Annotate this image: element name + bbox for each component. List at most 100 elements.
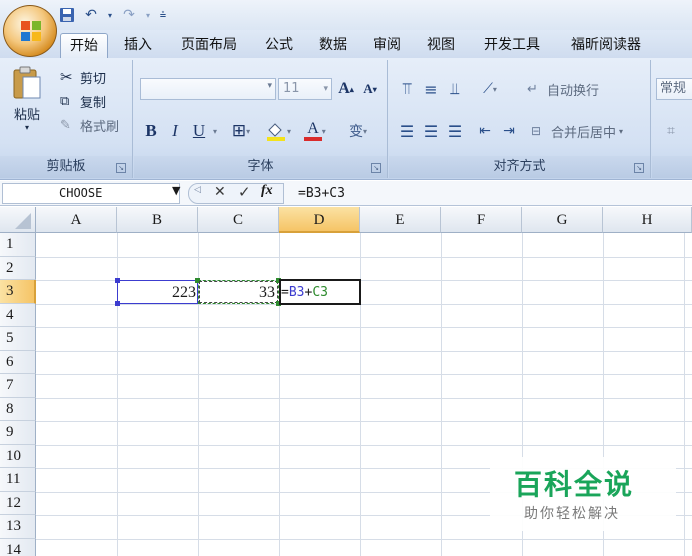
- cell-b3[interactable]: 223: [117, 281, 196, 304]
- wrap-text-button[interactable]: ↵ 自动换行: [527, 78, 599, 100]
- align-left-icon[interactable]: ☰: [395, 120, 419, 142]
- row-header-7[interactable]: 7: [0, 374, 36, 398]
- chevron-down-icon[interactable]: ▾: [210, 120, 220, 142]
- chevron-down-icon[interactable]: ▾: [267, 81, 272, 91]
- column-header-b[interactable]: B: [117, 207, 198, 233]
- formula-input[interactable]: =B3+C3: [298, 184, 345, 204]
- redo-icon[interactable]: ↷: [120, 6, 138, 24]
- merge-center-button[interactable]: ⊟ 合并后居中 ▾: [531, 120, 623, 142]
- merge-icon: ⊟: [531, 124, 542, 138]
- expand-icon[interactable]: ◁: [194, 185, 201, 195]
- font-size-value: 11: [283, 81, 300, 96]
- row-header-12[interactable]: 12: [0, 491, 36, 515]
- fill-color-button[interactable]: ▾: [260, 120, 296, 142]
- cut-button[interactable]: ✂ 剪切: [60, 66, 106, 88]
- tab-insert[interactable]: 插入: [116, 33, 160, 58]
- align-right-icon[interactable]: ☰: [443, 120, 467, 142]
- tab-view[interactable]: 视图: [418, 33, 464, 58]
- quick-access-toolbar: ↶ ▾ ↷ ▾ ⩮: [58, 4, 168, 26]
- paste-button[interactable]: 粘贴 ▾: [8, 66, 46, 148]
- align-center-icon[interactable]: ☰: [419, 120, 443, 142]
- row-header-9[interactable]: 9: [0, 421, 36, 445]
- row-header-5[interactable]: 5: [0, 327, 36, 351]
- bold-button[interactable]: B: [140, 120, 162, 142]
- row-header-13[interactable]: 13: [0, 515, 36, 539]
- save-icon[interactable]: [58, 6, 76, 24]
- font-size-combobox[interactable]: 11 ▾: [278, 78, 332, 100]
- row-header-10[interactable]: 10: [0, 444, 36, 468]
- office-logo-icon: [21, 21, 41, 41]
- row-header-11[interactable]: 11: [0, 468, 36, 492]
- cell-d3-formula[interactable]: =B3+C3: [281, 281, 359, 304]
- clipboard-launcher-icon[interactable]: ↘: [116, 163, 126, 173]
- column-header-a[interactable]: A: [36, 207, 117, 233]
- name-box[interactable]: CHOOSE: [2, 183, 180, 204]
- number-format-combobox[interactable]: 常规: [656, 78, 692, 100]
- tab-formulas[interactable]: 公式: [256, 33, 302, 58]
- tab-developer[interactable]: 开发工具: [474, 33, 550, 58]
- grow-font-button[interactable]: A ▴: [334, 78, 358, 100]
- column-header-h[interactable]: H: [603, 207, 692, 233]
- grid-column-line: [684, 233, 685, 556]
- column-header-g[interactable]: G: [522, 207, 603, 233]
- increase-indent-icon[interactable]: ⇥: [497, 120, 521, 142]
- select-all-corner[interactable]: [0, 207, 36, 233]
- currency-format-icon[interactable]: ⌗: [656, 120, 686, 142]
- phonetic-guide-button[interactable]: 变 ▾: [340, 120, 376, 142]
- tab-data[interactable]: 数据: [310, 33, 356, 58]
- row-header-2[interactable]: 2: [0, 256, 36, 280]
- chevron-down-icon[interactable]: ▾: [323, 79, 328, 99]
- row-header-3[interactable]: 3: [0, 280, 36, 304]
- copy-icon: ⧉: [60, 93, 70, 109]
- tab-home[interactable]: 开始: [60, 33, 108, 58]
- font-name-combobox[interactable]: ▾: [140, 78, 276, 100]
- column-header-f[interactable]: F: [441, 207, 522, 233]
- decrease-indent-icon[interactable]: ⇤: [473, 120, 497, 142]
- office-button[interactable]: [3, 5, 57, 57]
- insert-function-icon[interactable]: fx: [261, 183, 273, 199]
- column-header-d[interactable]: D: [279, 207, 360, 233]
- wrap-text-icon: ↵: [527, 81, 538, 97]
- tab-foxit-reader[interactable]: 福昕阅读器: [560, 33, 652, 58]
- undo-icon[interactable]: ↶: [82, 6, 100, 24]
- name-box-dropdown-icon[interactable]: ▼: [172, 184, 180, 197]
- column-header-c[interactable]: C: [198, 207, 279, 233]
- borders-icon[interactable]: ⊞ ▾: [226, 120, 256, 142]
- format-painter-button[interactable]: ✎ 格式刷: [60, 114, 119, 136]
- font-launcher-icon[interactable]: ↘: [371, 163, 381, 173]
- copy-button[interactable]: ⧉ 复制: [60, 90, 106, 112]
- shrink-font-button[interactable]: A ▾: [358, 78, 382, 100]
- watermark: 百科全说 助你轻松解决: [490, 457, 676, 531]
- name-box-value: CHOOSE: [59, 186, 103, 200]
- worksheet-grid[interactable]: ABCDEFGH 1 2 3 4 5 6 7 8 9 10 11 12 13 14 223 33 =B3+…: [0, 207, 692, 556]
- ribbon: 粘贴 ▾ ✂ 剪切 ⧉ 复制 ✎ 格式刷 剪贴板 ↘ ▾ 11 ▾ A ▴ A ▾ …: [0, 58, 692, 180]
- paste-icon: [13, 66, 41, 99]
- align-top-icon[interactable]: ⫪: [395, 78, 419, 100]
- row-header-1[interactable]: 1: [0, 233, 36, 257]
- align-middle-icon[interactable]: ≡: [419, 78, 443, 100]
- row-header-8[interactable]: 8: [0, 397, 36, 421]
- redo-dropdown-icon[interactable]: ▾: [144, 6, 152, 24]
- enter-icon[interactable]: ✓: [238, 183, 251, 201]
- fill-bucket-icon: [266, 123, 285, 141]
- row-header-14[interactable]: 14: [0, 538, 36, 556]
- alignment-launcher-icon[interactable]: ↘: [634, 163, 644, 173]
- underline-button[interactable]: U: [188, 120, 210, 142]
- align-bottom-icon[interactable]: ⫫: [443, 78, 467, 100]
- copy-label: 复制: [80, 95, 107, 111]
- row-header-4[interactable]: 4: [0, 303, 36, 327]
- tab-review[interactable]: 审阅: [364, 33, 410, 58]
- watermark-subtitle: 助你轻松解决: [524, 506, 620, 522]
- customize-qat-icon[interactable]: ⩮: [158, 6, 168, 24]
- undo-dropdown-icon[interactable]: ▾: [106, 6, 114, 24]
- column-header-e[interactable]: E: [360, 207, 441, 233]
- row-header-6[interactable]: 6: [0, 350, 36, 374]
- font-color-button[interactable]: A ▾: [298, 120, 332, 142]
- italic-button[interactable]: I: [164, 120, 186, 142]
- cell-c3[interactable]: 33: [198, 281, 275, 304]
- cancel-icon[interactable]: ✕: [214, 184, 226, 200]
- orientation-icon[interactable]: ⟋ ▾: [473, 78, 507, 100]
- cut-label: 剪切: [80, 71, 107, 87]
- tab-page-layout[interactable]: 页面布局: [170, 33, 248, 58]
- scissors-icon: ✂: [60, 68, 73, 86]
